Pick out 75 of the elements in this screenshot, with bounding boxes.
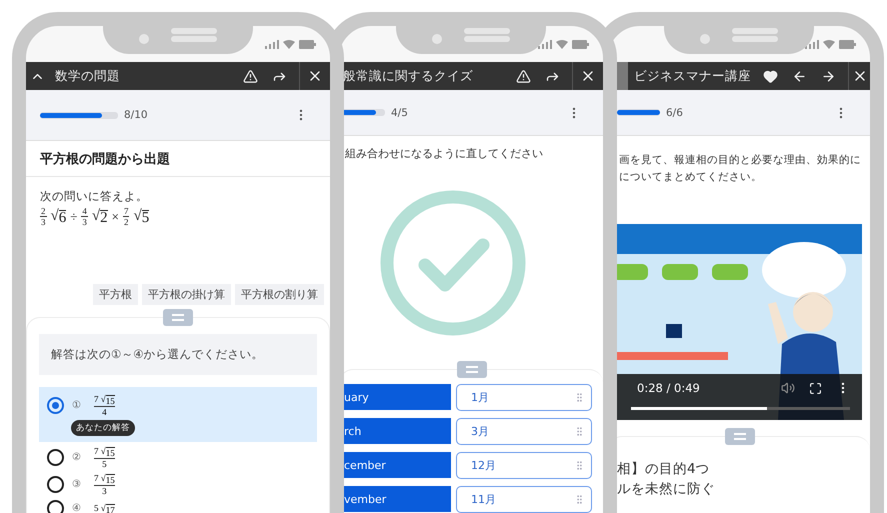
radio-button[interactable] [47,397,64,414]
battery-icon [299,40,316,48]
square-root: √6 [50,208,66,226]
warning-icon[interactable] [516,68,531,84]
grip-icon[interactable] [574,426,585,437]
header-title: ビジネスマナー講座 [634,68,751,84]
answer-value: 7 √15 5 [94,446,115,469]
volume-icon[interactable] [781,381,795,395]
fraction: 2 3 [40,206,46,227]
video-time: 0:28 / 0:49 [636,381,701,395]
option-number: ③ [72,479,82,490]
note-text: 相】の目的4つ [617,460,711,479]
match-term: cember [344,452,451,478]
grip-icon[interactable] [574,494,585,505]
wifi-icon [556,40,568,48]
video-progress-bar[interactable] [631,407,850,410]
tag[interactable]: 平方根 [93,284,138,305]
tag[interactable]: 平方根の掛け算 [142,284,231,305]
answer-value: 5 √17 [94,502,115,513]
question-text: についてまとめてください。 [619,170,763,185]
heart-icon[interactable] [763,68,778,84]
tag[interactable]: 平方根の割り算 [235,284,324,305]
match-term: rch [344,418,451,444]
drag-handle[interactable] [456,361,486,378]
drag-handle[interactable] [724,428,754,445]
wifi-icon [823,40,835,48]
operator: ÷ [70,208,78,224]
answer-option[interactable]: ④ 5 √17 [39,500,317,513]
progress-label: 6/6 [666,106,684,118]
match-answer[interactable]: 3月 [456,418,592,445]
option-number: ① [72,400,82,411]
section-title: 平方根の問題から出題 [26,141,330,177]
radio-button[interactable] [47,500,64,513]
progress-label: 8/10 [124,109,149,121]
instruction-text: 解答は次の①～④から選んでください。 [39,334,317,375]
match-term: vember [344,486,451,512]
fullscreen-icon[interactable] [809,382,822,394]
instruction-text: 組み合わせになるように直してください [344,146,544,161]
answer-option[interactable]: ③ 7 √15 3 [39,473,317,496]
header-title: 数学の問題 [55,68,121,84]
answer-value: 7 √15 4 [94,394,115,417]
signal-icon [805,40,819,48]
question-text: 画を見て、報連相の目的と必要な理由、効果的に [619,153,862,168]
answer-option[interactable]: ① 7 √15 4 あなたの解答 [39,387,317,442]
question-text: 次の問いに答えよ。 [40,189,149,204]
radio-button[interactable] [47,449,64,466]
operator: × [112,208,119,224]
signal-icon [538,40,552,48]
arrow-right-icon[interactable] [821,68,836,84]
square-root: √2 [92,208,108,226]
progress-label: 4/5 [391,106,409,118]
answer-option[interactable]: ② 7 √15 5 [39,446,317,469]
battery-icon [839,40,856,48]
drag-handle[interactable] [163,309,193,326]
answer-value: 7 √15 3 [94,473,115,496]
warning-icon[interactable] [243,68,258,84]
radio-button[interactable] [47,476,64,493]
wifi-icon [283,40,295,48]
match-term: uary [344,384,451,410]
header-title: 般常識に関するクイズ [343,68,474,84]
fraction: 4 3 [81,206,88,227]
square-root: √5 [133,208,150,226]
note-text: ルを未然に防ぐ [617,480,716,499]
match-answer[interactable]: 12月 [456,452,592,479]
grip-icon[interactable] [574,392,585,403]
battery-icon [572,40,589,48]
option-number: ② [72,452,82,463]
match-answer[interactable]: 11月 [456,486,592,513]
grip-icon[interactable] [574,460,585,471]
signal-icon [265,40,279,48]
match-answer[interactable]: 1月 [456,384,592,411]
answer-badge: あなたの解答 [71,420,135,436]
option-number: ④ [72,503,82,513]
fraction: 7 2 [122,206,130,227]
video-player[interactable]: 0:28 / 0:49 [617,224,862,420]
